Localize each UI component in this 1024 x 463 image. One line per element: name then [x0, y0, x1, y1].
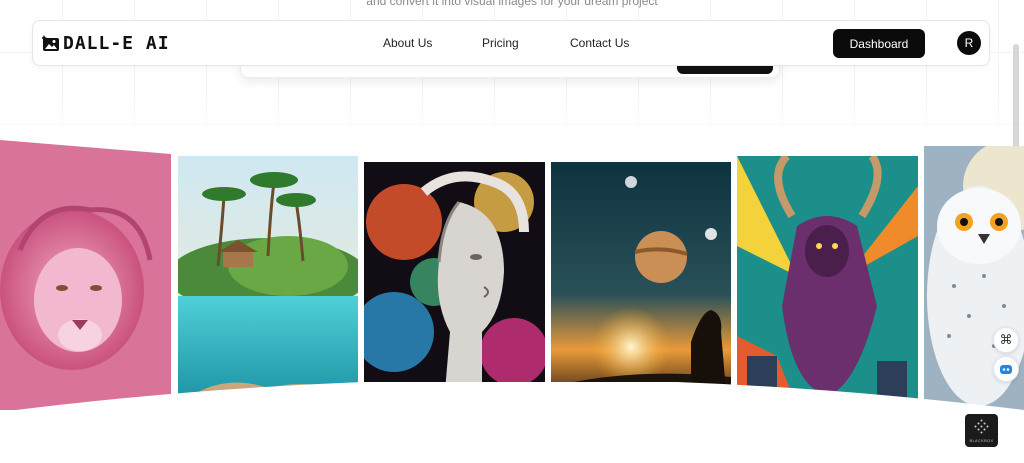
image-logo-icon [42, 34, 59, 51]
logo-text: DALL-E AI [63, 33, 170, 54]
navbar: DALL-E AI About Us Pricing Contact Us Da… [32, 20, 990, 66]
space-sunset-illustration [551, 162, 731, 403]
tropical-island-illustration [178, 156, 358, 408]
gallery-image-goddess-statue[interactable] [364, 162, 545, 403]
robot-icon [1000, 365, 1012, 374]
gallery-image-comic-minotaur[interactable] [737, 156, 918, 407]
gallery-image-space-sunset[interactable] [551, 162, 731, 403]
goddess-statue-illustration [364, 162, 545, 403]
gallery-image-pink-lion[interactable] [0, 140, 171, 410]
pink-lion-illustration [0, 140, 171, 410]
nav-link-contact-us[interactable]: Contact Us [570, 36, 629, 50]
blackbox-badge[interactable]: BLACKBOX [965, 414, 998, 447]
logo[interactable]: DALL-E AI [42, 33, 170, 54]
nav-link-pricing[interactable]: Pricing [482, 36, 519, 50]
hero-subtitle: and convert it into visual images for yo… [366, 0, 658, 8]
blackbox-logo-icon [974, 419, 989, 434]
image-gallery [0, 132, 1024, 432]
avatar[interactable]: R [957, 31, 981, 55]
blackbox-badge-label: BLACKBOX [969, 438, 994, 443]
command-shortcut-button[interactable]: ⌘ [993, 327, 1019, 353]
command-icon: ⌘ [999, 332, 1013, 348]
comic-minotaur-illustration [737, 156, 918, 407]
assistant-bot-button[interactable] [993, 356, 1019, 382]
gallery-image-tropical-island[interactable] [178, 156, 358, 408]
nav-link-about-us[interactable]: About Us [383, 36, 432, 50]
gallery-bottom-curve [0, 382, 1024, 432]
dashboard-button[interactable]: Dashboard [833, 29, 925, 58]
